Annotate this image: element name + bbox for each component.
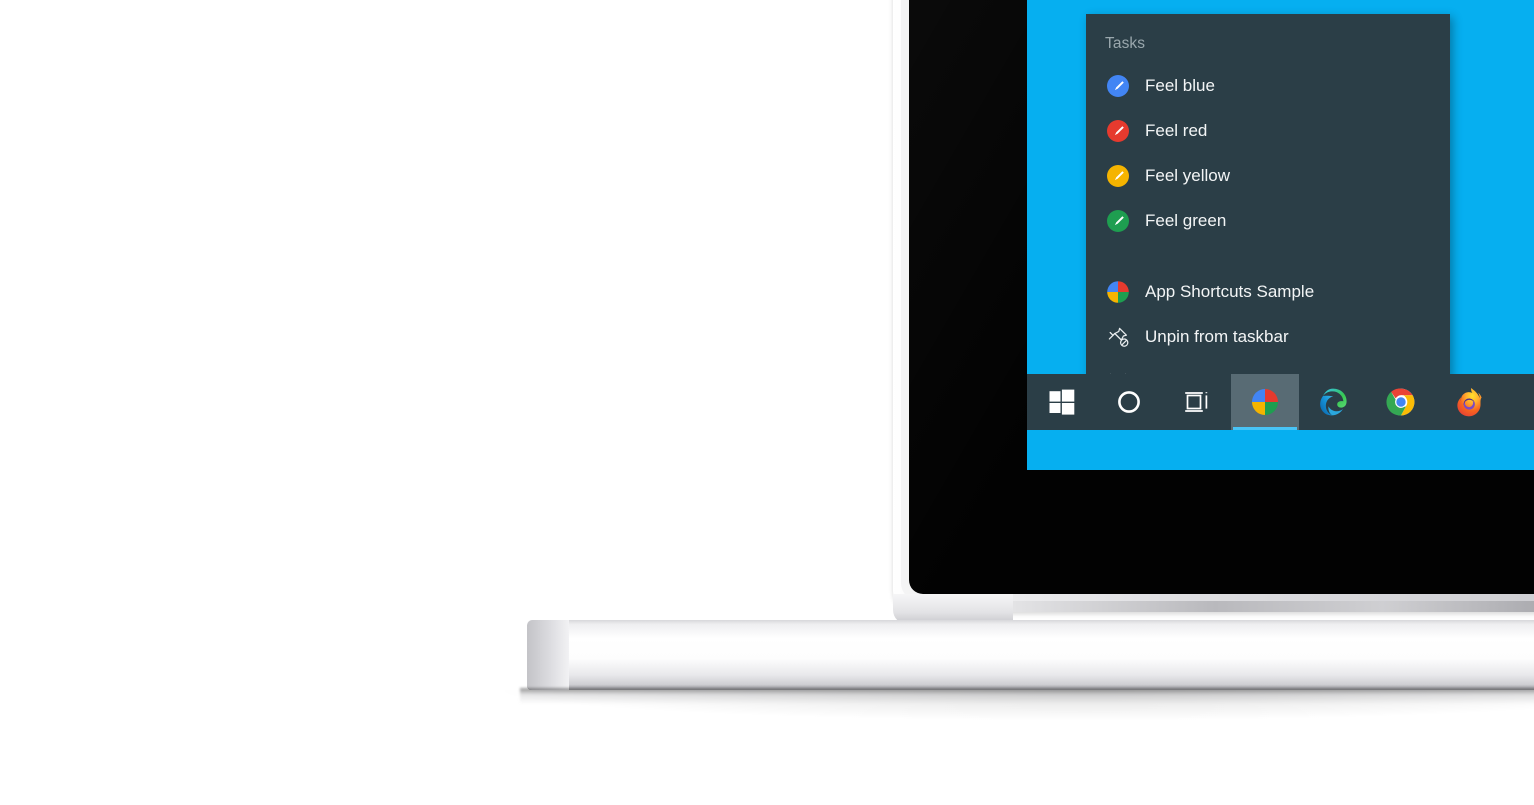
- app-pie-icon: [1105, 279, 1131, 305]
- edge-icon: [1320, 388, 1347, 416]
- taskbar-microsoft-edge[interactable]: [1299, 374, 1367, 430]
- jumplist-item-label: App Shortcuts Sample: [1145, 281, 1315, 301]
- jumplist-item-feel-blue[interactable]: Feel blue: [1086, 63, 1450, 108]
- task-view-icon: [1185, 392, 1208, 412]
- jumplist-item-feel-yellow[interactable]: Feel yellow: [1086, 153, 1450, 198]
- windows-logo-icon: [1049, 389, 1075, 415]
- app-pie-icon: [1252, 389, 1278, 415]
- cortana-circle-icon: [1118, 391, 1140, 413]
- firefox-icon: [1457, 388, 1482, 417]
- chrome-icon: [1386, 388, 1415, 416]
- jumplist-item-label: Feel yellow: [1145, 165, 1231, 185]
- taskbar-app-shortcuts-sample[interactable]: [1231, 374, 1299, 430]
- taskbar-cortana-button[interactable]: [1095, 374, 1163, 430]
- jumplist-item-label: Feel red: [1145, 120, 1208, 140]
- jumplist-header-tasks: Tasks: [1105, 35, 1146, 52]
- laptop-base-left-cap: [527, 620, 569, 690]
- laptop-screen: Tasks Feel blue Feel red Feel yellow Fee…: [1027, 0, 1534, 470]
- taskbar-google-chrome[interactable]: [1367, 374, 1435, 430]
- windows-taskbar: [1027, 374, 1534, 430]
- jumplist-item-label: Unpin from taskbar: [1145, 326, 1289, 346]
- taskbar-mozilla-firefox[interactable]: [1435, 374, 1503, 430]
- paintbrush-circle-icon: [1105, 163, 1131, 189]
- jumplist-tasks-group: Feel blue Feel red Feel yellow Feel gree…: [1086, 63, 1450, 243]
- jumplist-item-unpin-from-taskbar[interactable]: Unpin from taskbar: [1086, 314, 1450, 359]
- laptop-drop-shadow: [505, 690, 1534, 720]
- laptop-scene: Tasks Feel blue Feel red Feel yellow Fee…: [0, 0, 1534, 805]
- paintbrush-circle-icon: [1105, 73, 1131, 99]
- laptop-base: [527, 620, 1534, 690]
- jumplist-menu[interactable]: Tasks Feel blue Feel red Feel yellow Fee…: [1086, 14, 1450, 414]
- paintbrush-circle-icon: [1105, 208, 1131, 234]
- paintbrush-circle-icon: [1105, 118, 1131, 144]
- jumplist-item-label: Feel blue: [1145, 75, 1215, 95]
- jumplist-item-feel-red[interactable]: Feel red: [1086, 108, 1450, 153]
- unpin-icon: [1105, 324, 1131, 350]
- taskbar-task-view-button[interactable]: [1163, 374, 1231, 430]
- jumplist-item-feel-green[interactable]: Feel green: [1086, 198, 1450, 243]
- taskbar-start-button[interactable]: [1027, 374, 1095, 430]
- jumplist-item-app-shortcuts-sample[interactable]: App Shortcuts Sample: [1086, 269, 1450, 314]
- jumplist-item-label: Feel green: [1145, 210, 1227, 230]
